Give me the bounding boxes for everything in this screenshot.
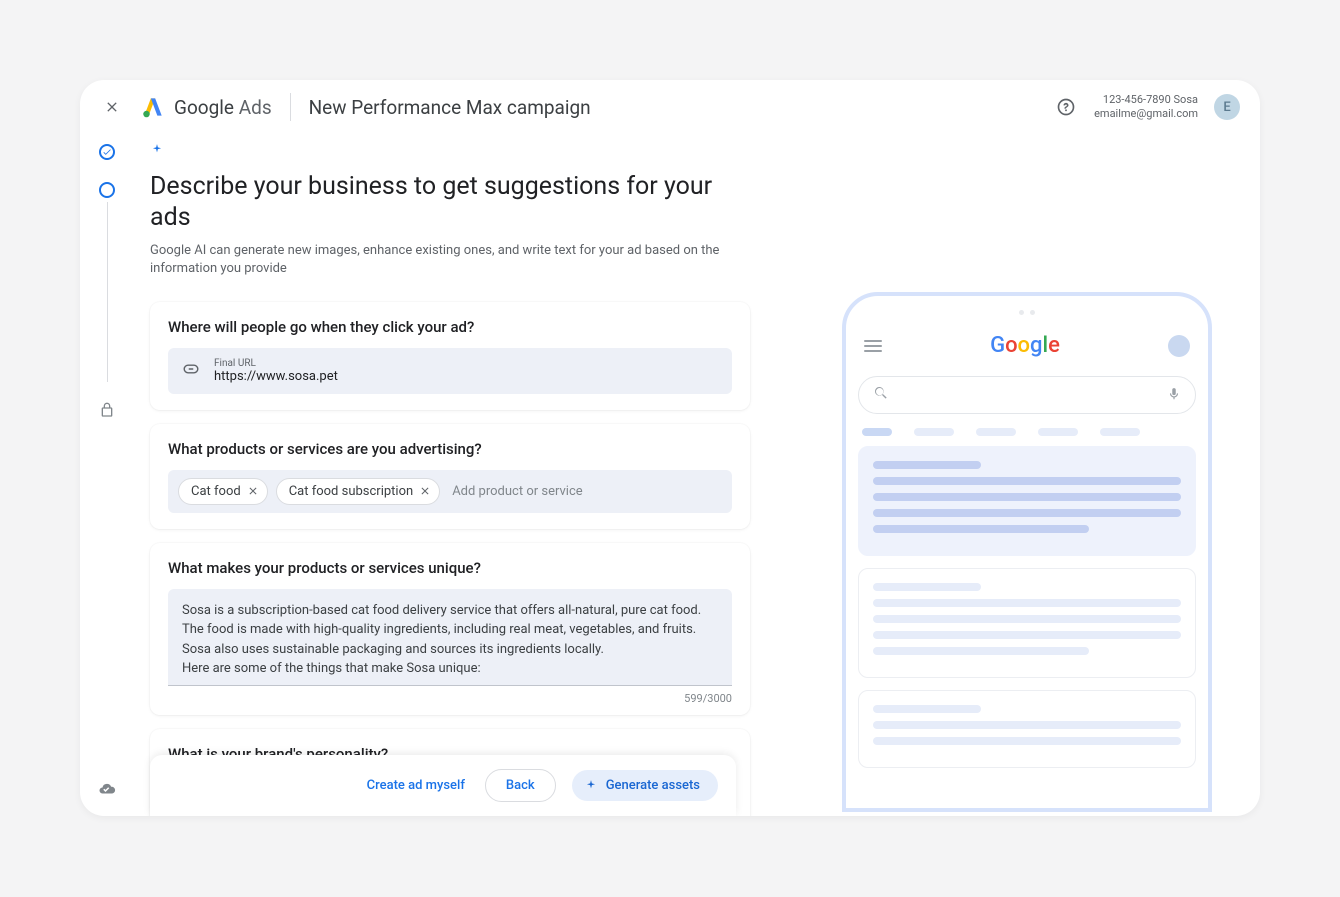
check-icon — [102, 147, 112, 157]
phone-tabs — [858, 428, 1196, 436]
form-column: Describe your business to get suggestion… — [150, 142, 750, 816]
card-title-products: What products or services are you advert… — [168, 440, 732, 458]
header-divider — [290, 93, 291, 121]
generate-assets-button[interactable]: Generate assets — [572, 770, 718, 801]
preview-column: Google — [810, 142, 1244, 816]
phone-mockup: Google — [842, 292, 1212, 812]
url-value: https://www.sosa.pet — [214, 369, 338, 384]
final-url-field[interactable]: Final URL https://www.sosa.pet — [168, 348, 732, 394]
main-content: Describe your business to get suggestion… — [134, 134, 1260, 816]
hamburger-icon — [864, 340, 882, 352]
back-button[interactable]: Back — [485, 769, 556, 802]
chip-label: Cat food subscription — [289, 484, 413, 499]
lock-icon — [99, 402, 115, 418]
cloud-done-icon — [98, 780, 116, 798]
main-heading: Describe your business to get suggestion… — [150, 171, 750, 234]
ads-logo-icon — [140, 94, 166, 120]
brand-google: Google — [174, 96, 234, 119]
chip-remove-icon[interactable] — [419, 485, 431, 497]
help-button[interactable] — [1054, 95, 1078, 119]
phone-result — [858, 690, 1196, 768]
account-id: 123-456-7890 Sosa — [1094, 93, 1198, 107]
products-placeholder: Add product or service — [452, 484, 582, 499]
brand-ads: Ads — [239, 96, 272, 119]
close-button[interactable] — [100, 95, 124, 119]
google-logo: Google — [990, 333, 1060, 358]
chip-product-1[interactable]: Cat food subscription — [276, 478, 440, 505]
body: Describe your business to get suggestion… — [80, 134, 1260, 816]
create-ad-myself-button[interactable]: Create ad myself — [363, 770, 469, 801]
chip-product-0[interactable]: Cat food — [178, 478, 268, 505]
generate-label: Generate assets — [606, 778, 700, 793]
phone-result — [858, 568, 1196, 678]
avatar[interactable]: E — [1214, 94, 1240, 120]
sparkle-icon — [584, 779, 598, 793]
brand-text: Google Ads — [174, 96, 272, 119]
url-text-group: Final URL https://www.sosa.pet — [214, 358, 338, 384]
phone-avatar — [1168, 335, 1190, 357]
phone-search-bar — [858, 376, 1196, 414]
step-locked — [99, 402, 115, 422]
step-1-done[interactable] — [99, 144, 115, 160]
header-bar: Google Ads New Performance Max campaign … — [80, 80, 1260, 134]
card-title-unique: What makes your products or services uni… — [168, 559, 732, 577]
step-2-current[interactable] — [99, 182, 115, 198]
url-label: Final URL — [214, 358, 338, 369]
products-card: What products or services are you advert… — [150, 424, 750, 529]
products-chips-field[interactable]: Cat food Cat food subscription Add produ… — [168, 470, 732, 513]
unique-text-p1: Sosa is a subscription-based cat food de… — [182, 601, 718, 660]
card-title-url: Where will people go when they click you… — [168, 318, 732, 336]
final-url-card: Where will people go when they click you… — [150, 302, 750, 410]
phone-notch — [858, 310, 1196, 315]
sparkle-icon — [150, 142, 750, 161]
link-icon — [182, 360, 200, 382]
header-right: 123-456-7890 Sosa emailme@gmail.com E — [1054, 93, 1240, 122]
step-line — [107, 202, 108, 382]
unique-text-p2: Here are some of the things that make So… — [182, 659, 718, 679]
account-info[interactable]: 123-456-7890 Sosa emailme@gmail.com — [1094, 93, 1198, 122]
app-window: Google Ads New Performance Max campaign … — [80, 80, 1260, 816]
main-subtitle: Google AI can generate new images, enhan… — [150, 242, 730, 278]
google-ads-logo — [140, 94, 166, 120]
page-title: New Performance Max campaign — [309, 96, 591, 119]
unique-textarea[interactable]: Sosa is a subscription-based cat food de… — [168, 589, 732, 686]
stepper-rail — [80, 134, 134, 816]
search-icon — [873, 385, 889, 405]
phone-header: Google — [858, 333, 1196, 358]
char-count: 599/3000 — [168, 686, 732, 705]
account-email: emailme@gmail.com — [1094, 107, 1198, 121]
unique-card: What makes your products or services uni… — [150, 543, 750, 715]
close-icon — [104, 99, 120, 115]
phone-result-highlighted — [858, 446, 1196, 556]
chip-remove-icon[interactable] — [247, 485, 259, 497]
footer-action-bar: Create ad myself Back Generate assets — [150, 755, 736, 816]
help-icon — [1056, 97, 1076, 117]
chip-label: Cat food — [191, 484, 241, 499]
mic-icon — [1167, 386, 1181, 405]
cloud-status — [98, 780, 116, 802]
